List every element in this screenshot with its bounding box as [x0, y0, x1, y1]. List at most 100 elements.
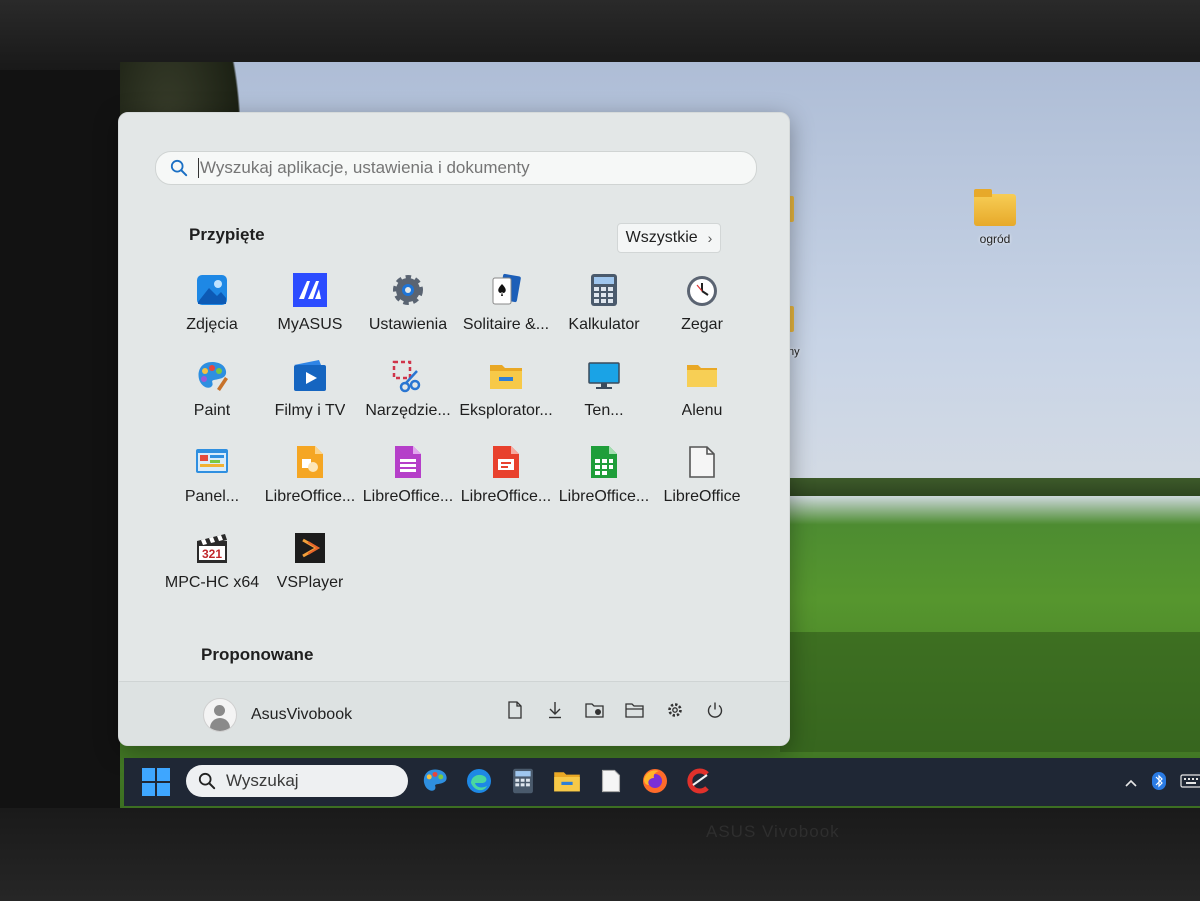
pinned-app-panel-sterowania[interactable]: Panel... — [163, 437, 261, 523]
search-icon — [170, 159, 188, 177]
start-menu: Przypięte Wszystkie › Zdjęcia MyASUS Ust… — [118, 112, 790, 746]
system-tray — [1124, 772, 1200, 795]
avatar — [203, 698, 237, 732]
search-icon — [198, 772, 216, 790]
file-explorer-button[interactable] — [623, 698, 647, 722]
pinned-app-narzedzie[interactable]: Narzędzie... — [359, 351, 457, 437]
taskbar-search[interactable]: Wyszukaj — [186, 765, 408, 797]
pinned-app-label: Filmy i TV — [274, 402, 346, 419]
pinned-app-label: LibreOffice... — [558, 488, 650, 505]
pinned-app-paint[interactable]: Paint — [163, 351, 261, 437]
control-panel-icon — [195, 445, 229, 479]
pinned-app-label: Zegar — [681, 316, 723, 333]
wallpaper-treeline — [780, 478, 1200, 496]
clock-icon — [685, 273, 719, 307]
taskbar-app-edge[interactable] — [464, 766, 494, 796]
taskbar-app-ccleaner[interactable] — [684, 766, 714, 796]
pinned-app-filmy-i-tv[interactable]: Filmy i TV — [261, 351, 359, 437]
file-explorer-icon — [554, 772, 580, 792]
vsplayer-icon — [293, 531, 327, 565]
taskbar-app-calculator[interactable] — [508, 766, 538, 796]
taskbar-app-libreoffice[interactable] — [596, 766, 626, 796]
settings-button[interactable] — [663, 698, 687, 722]
pinned-section-title: Przypięte — [189, 225, 265, 244]
monitor-bezel-top — [0, 0, 1200, 70]
calculator-icon — [587, 273, 621, 307]
download-icon — [549, 702, 561, 719]
taskbar-app-firefox[interactable] — [640, 766, 670, 796]
pinned-app-libreoffice-draw[interactable]: LibreOffice... — [261, 437, 359, 523]
firefox-icon — [643, 769, 667, 793]
pinned-app-label: Eksplorator... — [459, 402, 553, 419]
libreoffice-calc-icon — [587, 445, 621, 479]
folder-icon — [974, 189, 1016, 226]
user-name: AsusVivobook — [251, 706, 353, 723]
monitor-bezel-bottom — [0, 808, 1200, 901]
all-apps-button[interactable]: Wszystkie › — [617, 223, 721, 253]
taskbar-app-file-explorer[interactable] — [552, 766, 582, 796]
pinned-app-kalkulator[interactable]: Kalkulator — [555, 265, 653, 351]
network-button[interactable] — [583, 698, 607, 722]
pinned-app-label: Narzędzie... — [365, 402, 451, 419]
pinned-app-label: Paint — [193, 402, 231, 419]
desktop-icon-ogrod[interactable]: ogród — [974, 189, 1016, 246]
pinned-app-label: Solitaire &... — [462, 316, 550, 333]
pinned-app-vsplayer[interactable]: VSPlayer — [261, 523, 359, 609]
pinned-app-label: VSPlayer — [276, 574, 344, 591]
libreoffice-base-icon — [391, 445, 425, 479]
pinned-app-libreoffice-calc[interactable]: LibreOffice... — [555, 437, 653, 523]
keyboard-layout-button[interactable] — [1180, 774, 1200, 793]
libreoffice-icon — [601, 769, 621, 793]
pinned-app-zegar[interactable]: Zegar — [653, 265, 751, 351]
pinned-app-myasus[interactable]: MyASUS — [261, 265, 359, 351]
windows-logo-tile — [142, 768, 155, 781]
show-hidden-icons-button[interactable] — [1124, 775, 1138, 793]
folder-icon — [489, 359, 523, 393]
ccleaner-icon — [687, 768, 709, 794]
taskbar-app-paint[interactable] — [420, 766, 450, 796]
start-search-box[interactable] — [155, 151, 757, 185]
documents-button[interactable] — [503, 698, 527, 722]
taskbar-apps — [420, 766, 714, 796]
pinned-app-eksplorator[interactable]: Eksplorator... — [457, 351, 555, 437]
pinned-app-label: LibreOffice... — [460, 488, 552, 505]
keyboard-icon — [1180, 774, 1200, 788]
cards-icon — [489, 273, 523, 307]
windows-logo-tile — [157, 768, 170, 781]
pinned-app-ustawienia[interactable]: Ustawienia — [359, 265, 457, 351]
snipping-tool-icon — [391, 359, 425, 393]
start-search-input[interactable] — [199, 158, 720, 178]
pinned-app-zdjecia[interactable]: Zdjęcia — [163, 265, 261, 351]
user-account-button[interactable]: AsusVivobook — [203, 698, 352, 732]
power-icon — [707, 702, 723, 718]
libreoffice-icon — [685, 445, 719, 479]
pinned-app-libreoffice-base[interactable]: LibreOffice... — [359, 437, 457, 523]
pinned-apps-grid: Zdjęcia MyASUS Ustawienia Solitaire &...… — [163, 265, 763, 609]
pinned-app-label: Panel... — [184, 488, 240, 505]
bluetooth-button[interactable] — [1152, 772, 1166, 795]
pinned-app-ten-komputer[interactable]: Ten... — [555, 351, 653, 437]
taskbar-search-label: Wyszukaj — [226, 771, 299, 790]
libreoffice-draw-icon — [293, 445, 327, 479]
play-icon — [293, 359, 327, 393]
network-folder-icon — [585, 703, 604, 718]
pinned-app-libreoffice-impress[interactable]: LibreOffice... — [457, 437, 555, 523]
power-button[interactable] — [703, 698, 727, 722]
start-button[interactable] — [142, 768, 170, 796]
pinned-app-alenu[interactable]: Alenu — [653, 351, 751, 437]
pinned-app-libreoffice[interactable]: LibreOffice — [653, 437, 751, 523]
bluetooth-icon — [1152, 772, 1166, 790]
gear-icon — [668, 703, 682, 717]
pinned-app-label: LibreOffice... — [362, 488, 454, 505]
pinned-app-mpc-hc[interactable]: 321 MPC-HC x64 — [163, 523, 261, 609]
downloads-button[interactable] — [543, 698, 567, 722]
svg-text:321: 321 — [202, 547, 222, 561]
start-menu-footer: AsusVivobook — [119, 681, 789, 745]
libreoffice-impress-icon — [489, 445, 523, 479]
pinned-app-label: Alenu — [681, 402, 723, 419]
folder-icon — [685, 359, 719, 393]
pinned-app-solitaire[interactable]: Solitaire &... — [457, 265, 555, 351]
pinned-app-label: MyASUS — [277, 316, 343, 333]
wallpaper-shadow — [780, 632, 1200, 752]
suggested-section-title: Proponowane — [201, 645, 314, 664]
